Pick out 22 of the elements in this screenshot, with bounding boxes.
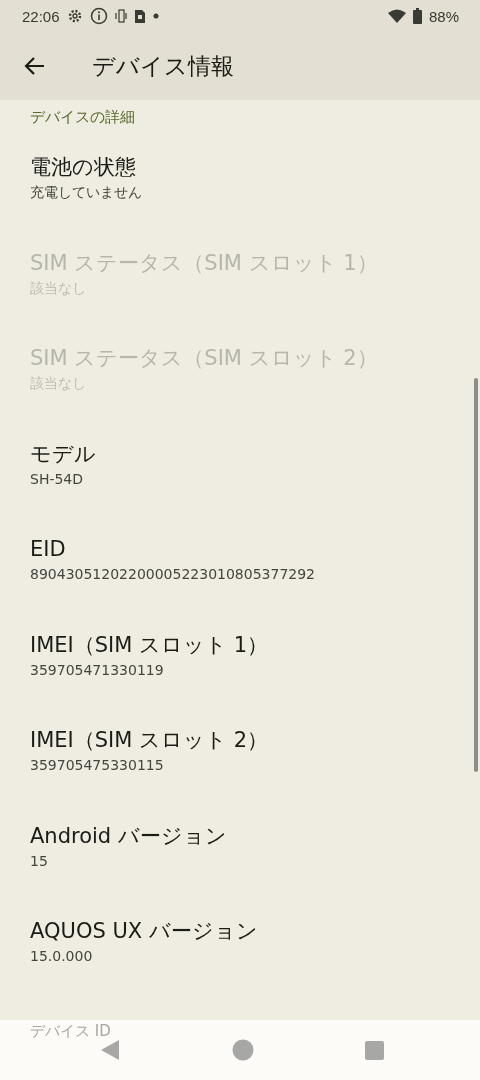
settings-item[interactable]: EID 89043051202200005223010805377292: [0, 514, 480, 610]
gear-icon: [66, 8, 83, 24]
sim-card-icon: [133, 8, 146, 24]
settings-item-title: デバイス ID: [30, 1022, 111, 1041]
settings-item[interactable]: IMEI（SIM スロット 1） 359705471330119: [0, 609, 480, 705]
wifi-icon: [387, 9, 406, 23]
info-icon: [89, 7, 108, 25]
settings-item[interactable]: モデル SH-54D: [0, 418, 480, 514]
recents-nav-icon[interactable]: [365, 1040, 384, 1060]
vibrate-icon: [114, 9, 127, 23]
dot-icon: [152, 13, 159, 19]
home-nav-icon[interactable]: [231, 1039, 254, 1061]
settings-item[interactable]: 電池の状態 充電していません: [0, 132, 480, 228]
battery-percentage: 88%: [428, 7, 459, 25]
settings-item[interactable]: Android バージョン 15: [0, 800, 480, 896]
back-nav-icon[interactable]: [100, 1039, 120, 1061]
settings-item[interactable]: IMEI（SIM スロット 2） 359705475330115: [0, 705, 480, 801]
screen-title: デバイス情報: [92, 51, 234, 81]
battery-icon: [412, 8, 422, 24]
section-header: デバイスの詳細: [29, 107, 136, 128]
status-time: 22:06: [22, 7, 60, 25]
settings-item[interactable]: AQUOS UX バージョン 15.0.000: [0, 896, 480, 992]
